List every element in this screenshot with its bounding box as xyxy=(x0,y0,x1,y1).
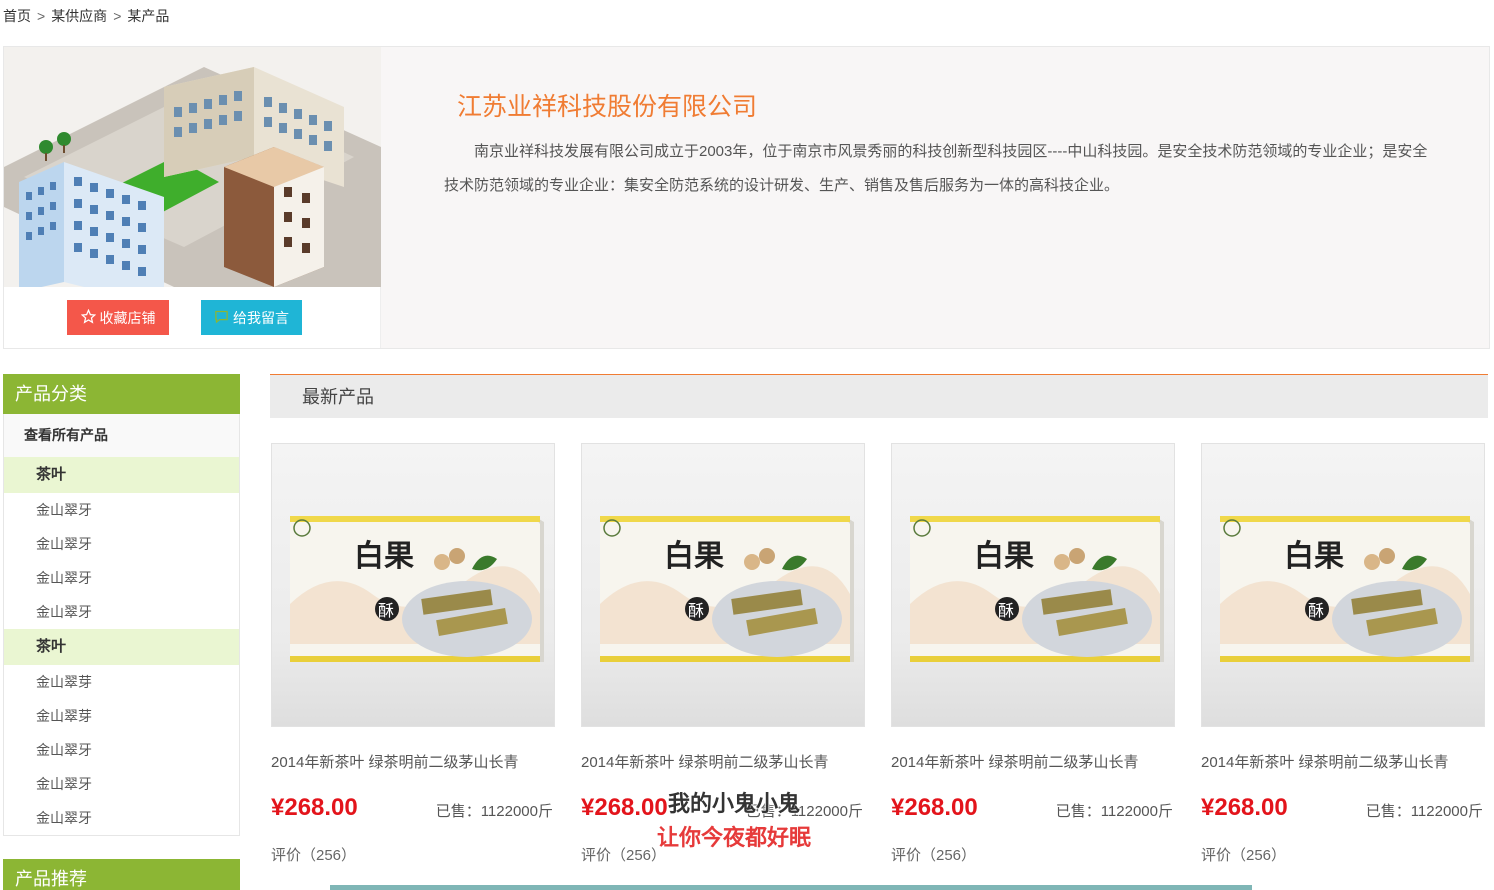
breadcrumb-supplier[interactable]: 某供应商 xyxy=(51,8,107,24)
star-icon xyxy=(80,308,96,327)
store-card: 收藏店铺 给我留言 xyxy=(4,47,381,348)
product-image[interactable]: 白果 酥 xyxy=(1201,443,1485,727)
company-description: 南京业祥科技发展有限公司成立于2003年，位于南京市风景秀丽的科技创新型科技园区… xyxy=(444,143,1428,194)
buildings-image xyxy=(4,47,381,287)
sidebar-item[interactable]: 金山翠牙 xyxy=(4,801,239,835)
subtitle-line-1: 我的小鬼小鬼 xyxy=(667,791,801,817)
store-illustration xyxy=(4,47,381,287)
sidebar-recommend-title: 产品推荐 xyxy=(3,859,240,890)
product-card[interactable]: 白果 酥 2014年新茶叶 绿茶明前二级茅山长青 ¥268.00 已售：1122… xyxy=(1201,443,1485,865)
bottom-scroll-bar[interactable] xyxy=(330,885,1252,890)
price-row: ¥268.00 已售：1122000斤 xyxy=(271,794,555,824)
product-title[interactable]: 2014年新茶叶 绿茶明前二级茅山长青 xyxy=(891,751,1175,772)
sidebar-item[interactable]: 金山翠芽 xyxy=(4,665,239,699)
sidebar-item[interactable]: 金山翠芽 xyxy=(4,699,239,733)
sidebar-title: 产品分类 xyxy=(3,374,240,414)
sidebar-category[interactable]: 茶叶 xyxy=(4,629,239,665)
sidebar-view-all[interactable]: 查看所有产品 xyxy=(4,414,239,457)
sidebar-item[interactable]: 金山翠牙 xyxy=(4,527,239,561)
product-review[interactable]: 评价（256） xyxy=(271,844,555,865)
section-title: 最新产品 xyxy=(270,374,1488,418)
sidebar-item[interactable]: 金山翠牙 xyxy=(4,595,239,629)
breadcrumb-product[interactable]: 某产品 xyxy=(127,8,169,24)
favorite-store-label: 收藏店铺 xyxy=(99,309,156,326)
product-box-image: 白果 酥 xyxy=(910,516,1164,662)
box-subtitle-text: 酥 xyxy=(1308,601,1324,620)
product-image[interactable]: 白果 酥 xyxy=(581,443,865,727)
box-title-text: 白果 xyxy=(1284,539,1344,574)
company-name: 江苏业祥科技股份有限公司 xyxy=(457,93,758,121)
product-box-image: 白果 酥 xyxy=(600,516,854,662)
breadcrumb-separator: > xyxy=(37,8,46,24)
sidebar-category[interactable]: 茶叶 xyxy=(4,457,239,493)
sidebar-item[interactable]: 金山翠牙 xyxy=(4,493,239,527)
box-subtitle-text: 酥 xyxy=(378,601,394,620)
box-title-text: 白果 xyxy=(664,539,724,574)
product-review[interactable]: 评价（256） xyxy=(1201,844,1485,865)
product-title[interactable]: 2014年新茶叶 绿茶明前二级茅山长青 xyxy=(1201,751,1485,772)
price-row: ¥268.00 已售：1122000斤 xyxy=(1201,794,1485,824)
breadcrumb-separator: > xyxy=(113,8,122,24)
product-box-image: 白果 酥 xyxy=(290,516,544,662)
box-title-text: 白果 xyxy=(354,539,414,574)
store-header: 收藏店铺 给我留言 江苏业祥科技股份有限公司 南京业祥科技发展有限公司成立于20… xyxy=(3,46,1490,349)
product-price: ¥268.00 xyxy=(1201,794,1288,821)
price-row: ¥268.00 已售：1122000斤 xyxy=(891,794,1175,824)
product-card[interactable]: 白果 酥 2014年新茶叶 绿茶明前二级茅山长青 ¥268.00 已售：1122… xyxy=(271,443,555,865)
product-price: ¥268.00 xyxy=(581,794,668,821)
message-icon xyxy=(214,309,229,327)
sidebar-list: 查看所有产品 茶叶 金山翠牙 金山翠牙 金山翠牙 金山翠牙 茶叶 金山翠芽 金山… xyxy=(3,414,240,836)
product-image[interactable]: 白果 酥 xyxy=(891,443,1175,727)
product-title[interactable]: 2014年新茶叶 绿茶明前二级茅山长青 xyxy=(271,751,555,772)
box-subtitle-text: 酥 xyxy=(998,601,1014,620)
leave-message-label: 给我留言 xyxy=(233,309,289,326)
favorite-store-button[interactable]: 收藏店铺 xyxy=(67,300,169,335)
product-image[interactable]: 白果 酥 xyxy=(271,443,555,727)
product-card[interactable]: 白果 酥 2014年新茶叶 绿茶明前二级茅山长青 ¥268.00 已售：1122… xyxy=(891,443,1175,865)
product-box-image: 白果 酥 xyxy=(1220,516,1474,662)
product-sold: 已售：1122000斤 xyxy=(1055,803,1173,820)
product-sold: 已售：1122000斤 xyxy=(1365,803,1483,820)
box-subtitle-text: 酥 xyxy=(688,601,704,620)
leave-message-button[interactable]: 给我留言 xyxy=(201,300,302,335)
sidebar-item[interactable]: 金山翠牙 xyxy=(4,733,239,767)
breadcrumb-home[interactable]: 首页 xyxy=(3,8,31,24)
category-sidebar: 产品分类 查看所有产品 茶叶 金山翠牙 金山翠牙 金山翠牙 金山翠牙 茶叶 金山… xyxy=(3,374,240,836)
product-price: ¥268.00 xyxy=(891,794,978,821)
product-title[interactable]: 2014年新茶叶 绿茶明前二级茅山长青 xyxy=(581,751,865,772)
product-sold: 已售：1122000斤 xyxy=(435,803,553,820)
subtitle-line-2: 让你今夜都好眠 xyxy=(656,825,812,851)
sidebar-item[interactable]: 金山翠牙 xyxy=(4,767,239,801)
product-review[interactable]: 评价（256） xyxy=(891,844,1175,865)
breadcrumb: 首页 > 某供应商 > 某产品 xyxy=(3,6,169,26)
sidebar-item[interactable]: 金山翠牙 xyxy=(4,561,239,595)
box-title-text: 白果 xyxy=(974,539,1034,574)
product-price: ¥268.00 xyxy=(271,794,358,821)
